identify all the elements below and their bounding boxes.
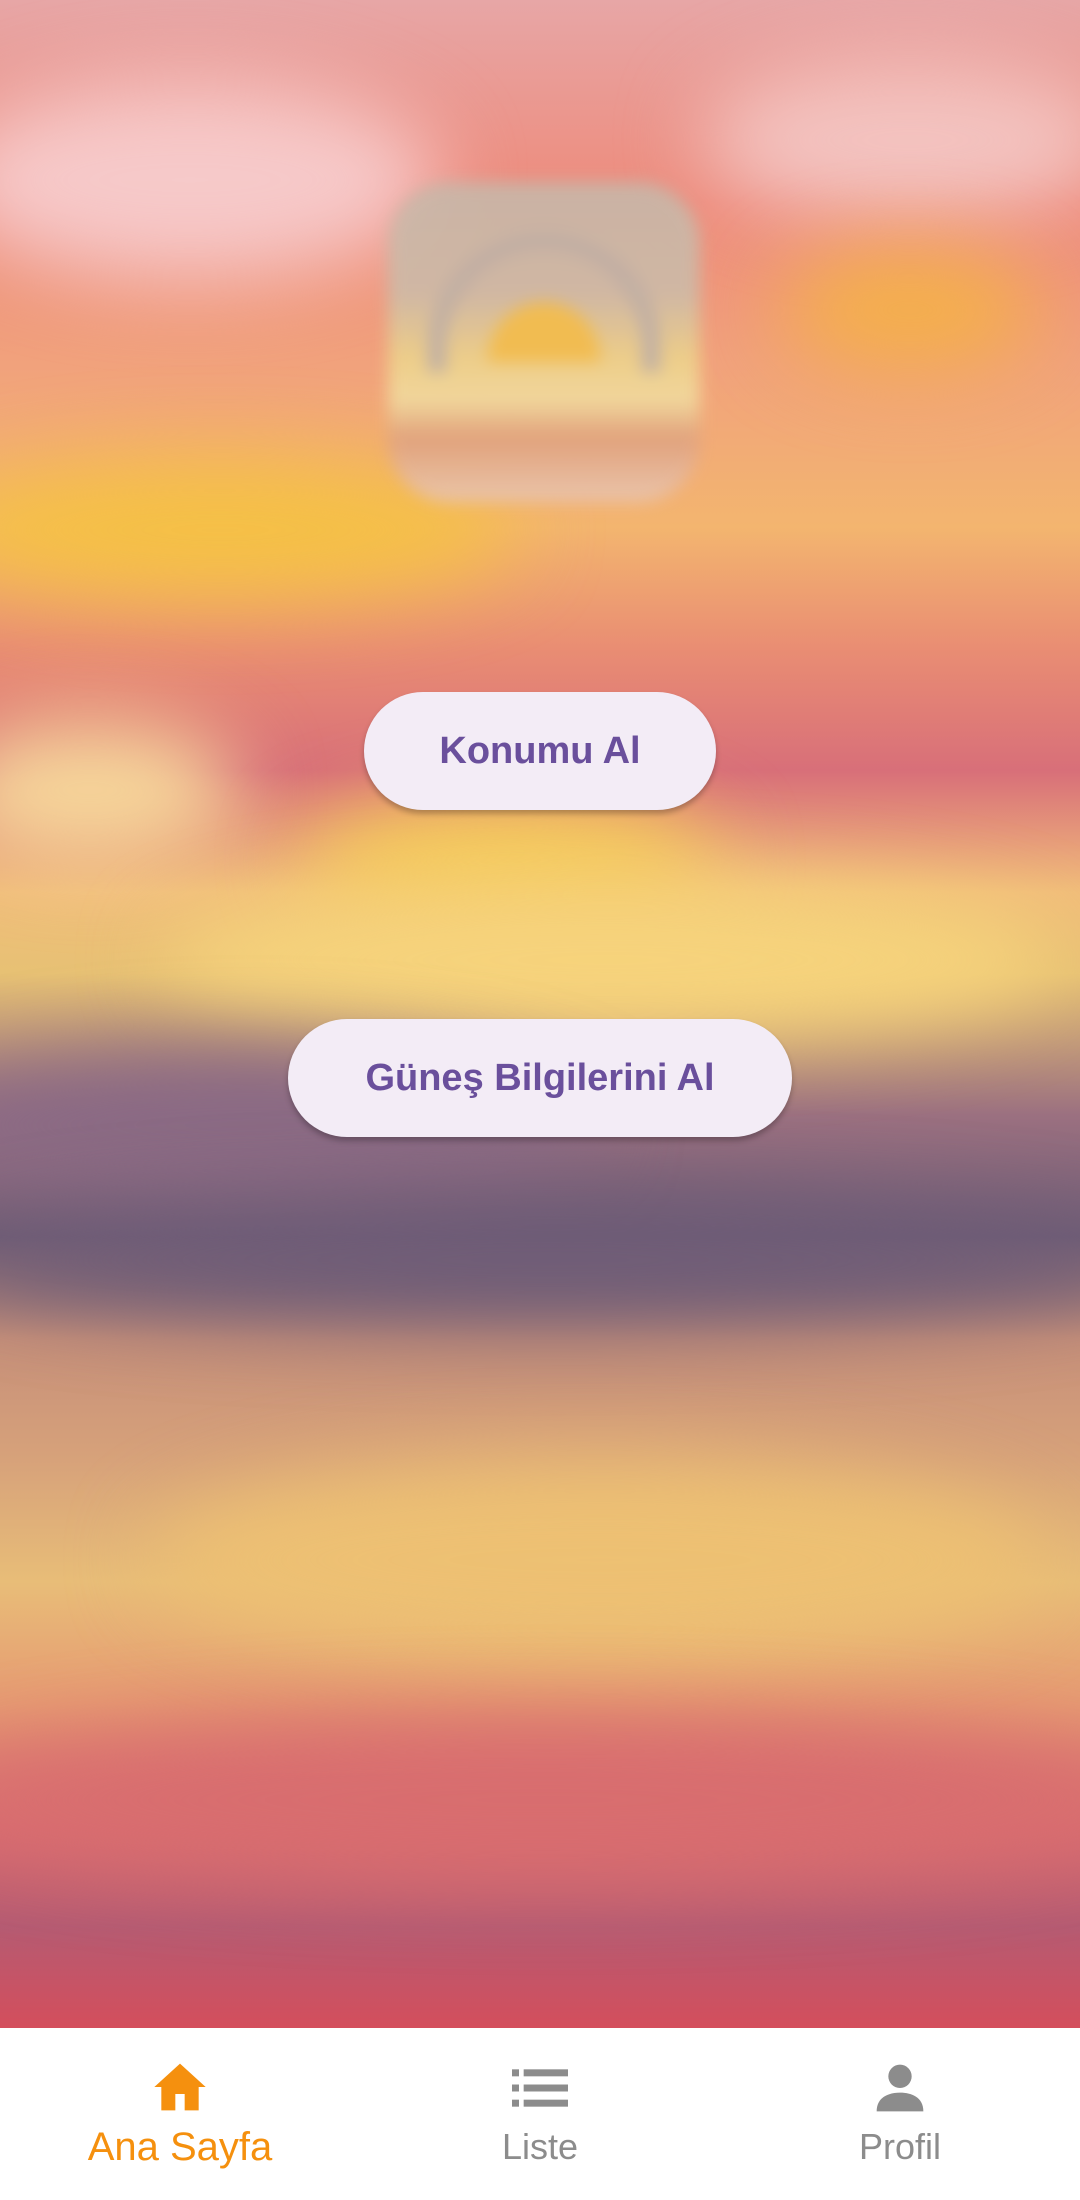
nav-item-home[interactable]: Ana Sayfa	[0, 2028, 360, 2200]
bg-reflection	[150, 1460, 1050, 1660]
bg-cloud	[780, 250, 1040, 370]
list-icon	[512, 2060, 568, 2116]
bottom-navigation-bar: Ana Sayfa Liste Profil	[0, 2028, 1080, 2200]
nav-label-list: Liste	[501, 2126, 579, 2167]
bg-horizon	[0, 1200, 1080, 1320]
bg-cloud	[0, 720, 240, 860]
nav-label-home: Ana Sayfa	[87, 2124, 273, 2169]
app-screen: Konumu Al Güneş Bilgilerini Al Ana Sayfa	[0, 0, 1080, 2200]
bg-cloud	[700, 60, 1080, 220]
bg-reflection	[0, 1720, 1080, 1880]
nav-item-list[interactable]: Liste	[360, 2028, 720, 2200]
get-location-button[interactable]: Konumu Al	[364, 692, 716, 810]
bg-cloud	[160, 880, 1060, 1040]
nav-item-profile[interactable]: Profil	[720, 2028, 1080, 2200]
app-logo	[388, 182, 700, 502]
nav-label-profile: Profil	[858, 2126, 942, 2167]
get-sun-info-button[interactable]: Güneş Bilgilerini Al	[288, 1019, 792, 1137]
home-icon	[152, 2059, 208, 2115]
bg-cloud	[0, 80, 440, 280]
person-icon	[872, 2060, 928, 2116]
